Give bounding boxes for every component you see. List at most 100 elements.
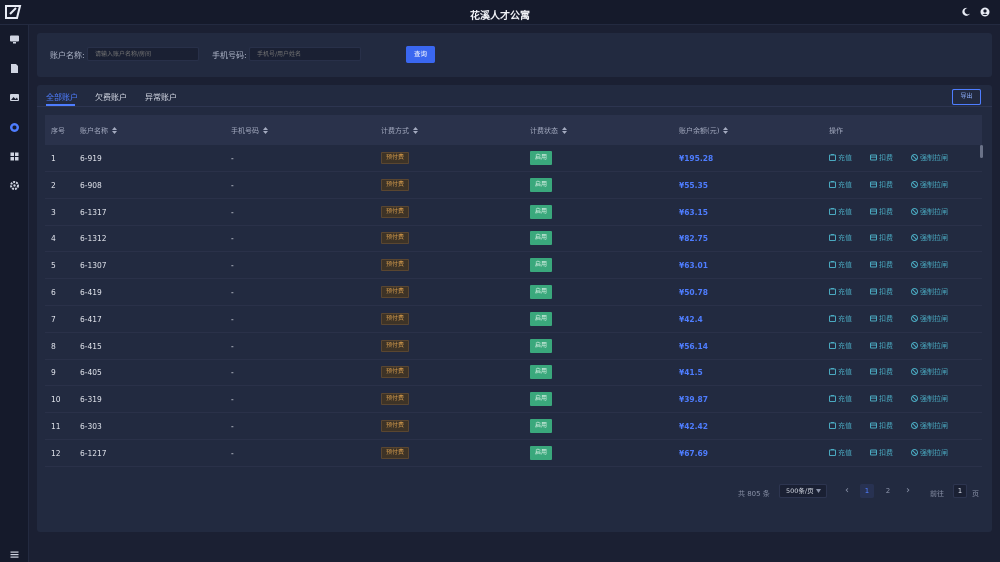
force-switch-button[interactable]: 强制拉闸 — [911, 260, 948, 270]
row-balance: ¥42.4 — [679, 314, 703, 324]
table-scrollbar[interactable] — [980, 145, 984, 467]
recharge-button[interactable]: 充值 — [829, 287, 852, 297]
force-switch-button[interactable]: 强制拉闸 — [911, 180, 948, 190]
shield-icon[interactable] — [9, 122, 20, 133]
force-switch-button[interactable]: 强制拉闸 — [911, 394, 948, 404]
header-account[interactable]: 账户名称 — [80, 126, 117, 136]
page-size-select[interactable]: 500条/页 — [779, 484, 827, 498]
force-switch-button[interactable]: 强制拉闸 — [911, 448, 948, 458]
force-switch-button[interactable]: 强制拉闸 — [911, 341, 948, 351]
user-icon[interactable] — [980, 7, 990, 17]
sort-icon[interactable] — [263, 126, 268, 134]
row-account: 6-908 — [80, 180, 102, 190]
recharge-button[interactable]: 充值 — [829, 367, 852, 377]
sort-icon[interactable] — [413, 126, 418, 134]
sort-icon[interactable] — [723, 126, 729, 134]
ban-icon — [911, 261, 918, 269]
row-index: 12 — [51, 448, 61, 458]
deduct-button[interactable]: 扣费 — [870, 153, 893, 163]
page-2-button[interactable]: 2 — [881, 484, 895, 498]
table-row: 4 6-1312 - 预付费 启用 ¥82.75 充值 扣费 强制拉闸 — [45, 225, 982, 253]
tab-abnormal-accounts[interactable]: 异常账户 — [145, 92, 177, 103]
sidebar — [0, 25, 29, 562]
moon-icon[interactable] — [961, 7, 971, 17]
row-balance: ¥55.35 — [679, 180, 708, 190]
sort-icon[interactable] — [562, 126, 567, 134]
header-billing-status[interactable]: 计费状态 — [530, 126, 567, 136]
force-switch-button[interactable]: 强制拉闸 — [911, 367, 948, 377]
recharge-button[interactable]: 充值 — [829, 314, 852, 324]
force-switch-button[interactable]: 强制拉闸 — [911, 207, 948, 217]
grid-icon[interactable] — [9, 151, 20, 162]
deduct-button[interactable]: 扣费 — [870, 207, 893, 217]
top-bar: 花溪人才公寓 — [0, 0, 1000, 25]
recharge-button[interactable]: 充值 — [829, 207, 852, 217]
row-phone: - — [231, 341, 234, 351]
page-1-button[interactable]: 1 — [860, 484, 874, 498]
recharge-button[interactable]: 充值 — [829, 233, 852, 243]
row-index: 9 — [51, 368, 56, 378]
row-balance: ¥195.28 — [679, 154, 714, 163]
tab-all-accounts[interactable]: 全部账户 — [46, 92, 78, 103]
recharge-button[interactable]: 充值 — [829, 180, 852, 190]
deduct-button[interactable]: 扣费 — [870, 180, 893, 190]
row-phone: - — [231, 154, 234, 163]
row-account: 6-1217 — [80, 448, 107, 458]
card-icon — [870, 154, 877, 161]
export-button[interactable]: 导出 — [952, 89, 981, 105]
recharge-button[interactable]: 充值 — [829, 448, 852, 458]
deduct-button[interactable]: 扣费 — [870, 260, 893, 270]
deduct-button[interactable]: 扣费 — [870, 448, 893, 458]
scrollbar-thumb[interactable] — [980, 145, 983, 158]
wallet-icon — [829, 341, 836, 349]
billing-status-badge: 启用 — [530, 365, 553, 380]
recharge-button[interactable]: 充值 — [829, 153, 852, 163]
deduct-button[interactable]: 扣费 — [870, 314, 893, 324]
file-icon[interactable] — [9, 63, 20, 74]
row-index: 11 — [51, 422, 61, 431]
phone-input[interactable] — [249, 47, 361, 61]
table-row: 12 6-1217 - 预付费 启用 ¥67.69 充值 扣费 强制拉闸 — [45, 440, 982, 467]
prev-page-button[interactable]: ‹ — [840, 484, 854, 498]
card-icon — [870, 234, 877, 241]
monitor-icon[interactable] — [9, 34, 20, 45]
ban-icon — [911, 288, 918, 295]
deduct-button[interactable]: 扣费 — [870, 287, 893, 297]
recharge-button[interactable]: 充值 — [829, 421, 852, 431]
query-button[interactable]: 查询 — [406, 46, 435, 63]
wallet-icon — [829, 395, 836, 403]
recharge-button[interactable]: 充值 — [829, 260, 852, 270]
force-switch-button[interactable]: 强制拉闸 — [911, 153, 948, 163]
header-billing-method[interactable]: 计费方式 — [381, 126, 418, 136]
row-index: 6 — [51, 288, 56, 297]
tab-arrears-accounts[interactable]: 欠费账户 — [95, 92, 127, 103]
wallet-icon — [829, 368, 836, 376]
deduct-button[interactable]: 扣费 — [870, 233, 893, 243]
gear-icon[interactable] — [9, 180, 20, 191]
sort-icon[interactable] — [112, 126, 117, 134]
deduct-button[interactable]: 扣费 — [870, 394, 893, 404]
ban-icon — [911, 368, 918, 376]
recharge-button[interactable]: 充值 — [829, 341, 852, 351]
recharge-button[interactable]: 充值 — [829, 394, 852, 404]
header-balance[interactable]: 账户余额(元) — [679, 126, 729, 136]
menu-icon[interactable] — [9, 549, 20, 560]
row-balance: ¥63.15 — [679, 207, 708, 217]
force-switch-button[interactable]: 强制拉闸 — [911, 314, 948, 324]
table-row: 3 6-1317 - 预付费 启用 ¥63.15 充值 扣费 强制拉闸 — [45, 199, 982, 226]
image-icon[interactable] — [9, 92, 20, 103]
account-name-input[interactable] — [87, 47, 199, 61]
table-body: 1 6-919- 预付费 启用 ¥195.28 充值 扣费 强制拉闸 2 6-908- 预付费 启用 ¥… — [45, 145, 982, 467]
jump-page-input[interactable]: 1 — [953, 484, 967, 498]
deduct-button[interactable]: 扣费 — [870, 367, 893, 377]
row-account: 6-1312 — [80, 234, 107, 244]
force-switch-button[interactable]: 强制拉闸 — [911, 233, 948, 243]
deduct-button[interactable]: 扣费 — [870, 341, 893, 351]
search-panel: 账户名称: 手机号码: 查询 — [37, 33, 992, 77]
deduct-button[interactable]: 扣费 — [870, 421, 893, 431]
next-page-button[interactable]: › — [901, 484, 915, 498]
table-row: 6 6-419 - 预付费 启用 ¥50.78 充值 扣费 强制拉闸 — [45, 279, 982, 306]
header-phone[interactable]: 手机号码 — [231, 126, 268, 136]
force-switch-button[interactable]: 强制拉闸 — [911, 287, 948, 297]
force-switch-button[interactable]: 强制拉闸 — [911, 421, 948, 431]
